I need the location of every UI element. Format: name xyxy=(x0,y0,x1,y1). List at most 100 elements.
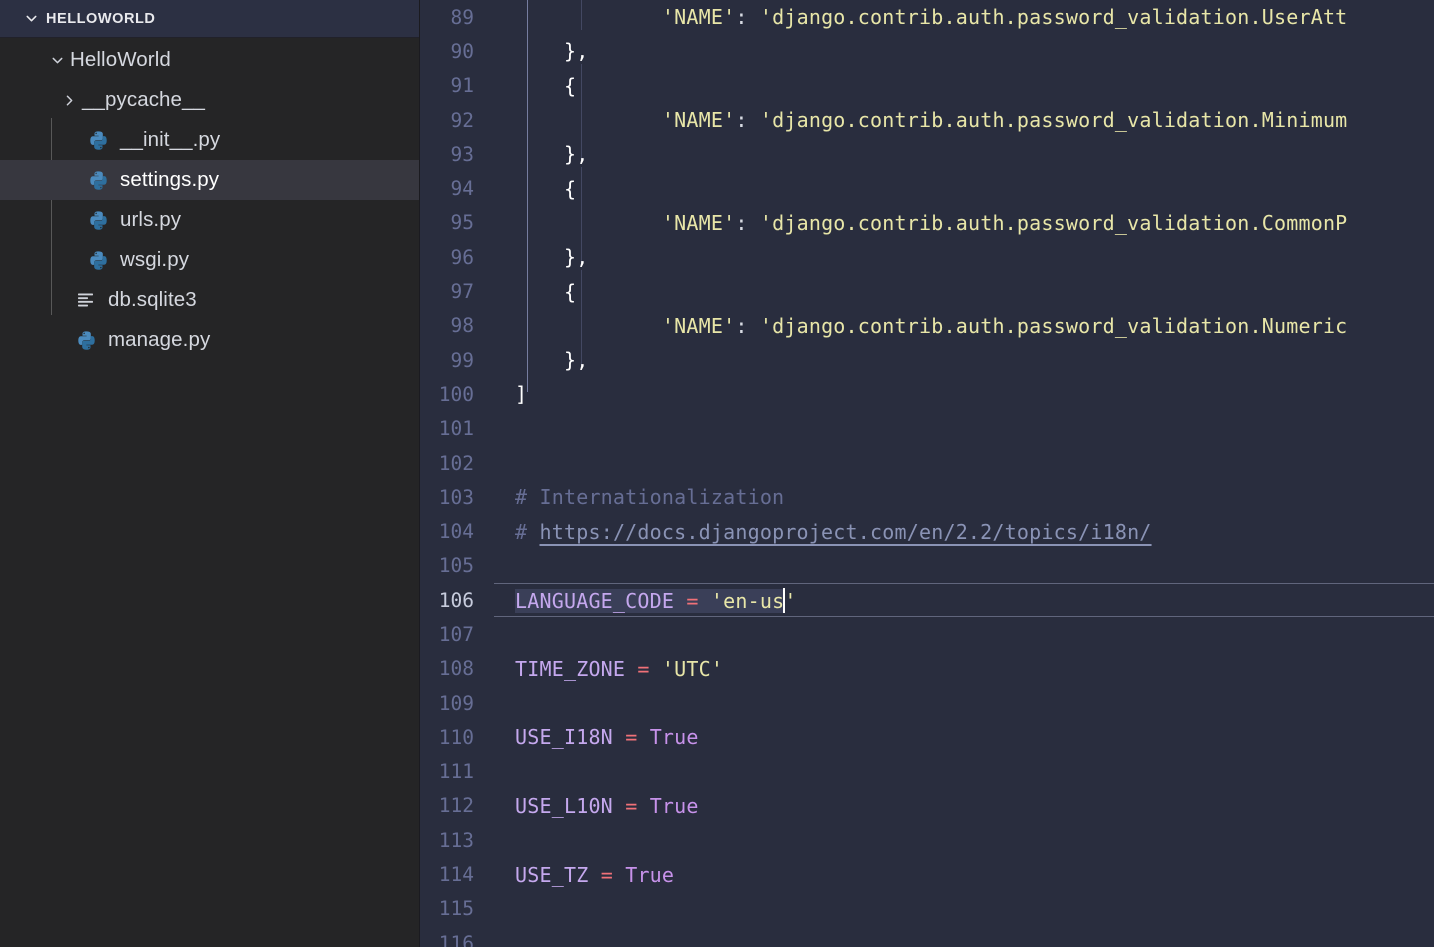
code-line[interactable]: 105 xyxy=(420,549,1434,583)
line-number: 99 xyxy=(450,348,474,372)
token-name-key: 'NAME' xyxy=(661,313,736,338)
line-number: 93 xyxy=(450,142,474,166)
tree-item-urls-py[interactable]: urls.py xyxy=(0,200,419,240)
token-brace-open: { xyxy=(563,176,577,201)
code-line[interactable]: 95 'NAME': 'django.contrib.auth.password… xyxy=(420,206,1434,240)
line-content[interactable]: }, xyxy=(484,348,1434,372)
tree-item-label: __init__.py xyxy=(120,127,221,151)
token-variable-use-i18n: USE_I18N xyxy=(515,725,613,750)
token-comment-url-link[interactable]: https://docs.djangoproject.com/en/2.2/to… xyxy=(540,520,1152,544)
code-line[interactable]: 92 'NAME': 'django.contrib.auth.password… xyxy=(420,103,1434,137)
line-number: 109 xyxy=(438,691,474,715)
line-content[interactable]: USE_I18N = True xyxy=(484,725,1434,749)
code-line[interactable]: 104 # https://docs.djangoproject.com/en/… xyxy=(420,514,1434,548)
tree-item-db-sqlite3[interactable]: db.sqlite3 xyxy=(0,280,419,320)
code-line[interactable]: 114 USE_TZ = True xyxy=(420,857,1434,891)
tree-item-label: HelloWorld xyxy=(70,47,171,71)
line-content[interactable]: }, xyxy=(484,245,1434,269)
line-number: 97 xyxy=(450,280,474,304)
tree-item-init-py[interactable]: __init__.py xyxy=(0,120,419,160)
tree-item-settings-py[interactable]: settings.py xyxy=(0,160,419,200)
line-content[interactable]: }, xyxy=(484,39,1434,63)
line-number: 113 xyxy=(438,828,474,852)
code-line[interactable]: 115 xyxy=(420,892,1434,926)
code-line[interactable]: 96 }, xyxy=(420,240,1434,274)
code-lines[interactable]: 89 'NAME': 'django.contrib.auth.password… xyxy=(420,0,1434,947)
line-content[interactable]: 'NAME': 'django.contrib.auth.password_va… xyxy=(484,5,1434,29)
token-comment-hash: # xyxy=(515,519,528,544)
code-line[interactable]: 94 { xyxy=(420,171,1434,205)
code-line[interactable]: 91 { xyxy=(420,69,1434,103)
token-quote-close: ' xyxy=(784,588,797,613)
line-content[interactable]: }, xyxy=(484,142,1434,166)
line-content[interactable]: TIME_ZONE = 'UTC' xyxy=(484,657,1434,681)
tree-item-label: wsgi.py xyxy=(120,247,190,271)
code-line[interactable]: 116 xyxy=(420,926,1434,947)
tree-item-helloworld[interactable]: HelloWorld xyxy=(0,40,419,80)
code-line[interactable]: 109 xyxy=(420,686,1434,720)
line-content[interactable]: { xyxy=(484,280,1434,304)
line-number: 107 xyxy=(438,622,474,646)
line-content[interactable]: 'NAME': 'django.contrib.auth.password_va… xyxy=(484,108,1434,132)
code-line[interactable]: 97 { xyxy=(420,274,1434,308)
code-line[interactable]: 108 TIME_ZONE = 'UTC' xyxy=(420,652,1434,686)
line-content[interactable]: LANGUAGE_CODE = 'en-us' xyxy=(484,587,1434,613)
python-icon xyxy=(82,250,114,271)
token-comment: # Internationalization xyxy=(515,485,785,510)
explorer-section-header[interactable]: HELLOWORLD xyxy=(0,0,419,38)
code-line[interactable]: 107 xyxy=(420,617,1434,651)
line-content[interactable]: 'NAME': 'django.contrib.auth.password_va… xyxy=(484,211,1434,235)
code-line[interactable]: 112 USE_L10N = True xyxy=(420,789,1434,823)
code-line[interactable]: 93 }, xyxy=(420,137,1434,171)
line-number: 111 xyxy=(438,760,474,784)
code-line-active[interactable]: 106 LANGUAGE_CODE = 'en-us' xyxy=(420,583,1434,618)
line-content[interactable]: 'NAME': 'django.contrib.auth.password_va… xyxy=(484,314,1434,338)
code-line[interactable]: 100 ] xyxy=(420,377,1434,411)
token-equals: = xyxy=(600,862,613,887)
code-line[interactable]: 101 xyxy=(420,412,1434,446)
token-brace-close: }, xyxy=(563,245,589,270)
chevron-down-icon[interactable] xyxy=(44,53,70,68)
line-content[interactable]: ] xyxy=(484,382,1434,406)
code-line[interactable]: 111 xyxy=(420,755,1434,789)
code-line[interactable]: 102 xyxy=(420,446,1434,480)
line-content[interactable]: { xyxy=(484,74,1434,98)
tree-item-wsgi-py[interactable]: wsgi.py xyxy=(0,240,419,280)
code-line[interactable]: 89 'NAME': 'django.contrib.auth.password… xyxy=(420,0,1434,34)
code-line[interactable]: 103 # Internationalization xyxy=(420,480,1434,514)
tree-item-pycache[interactable]: __pycache__ xyxy=(0,80,419,120)
token-boolean-true: True xyxy=(649,725,699,750)
line-number: 105 xyxy=(438,554,474,578)
line-content[interactable]: # Internationalization xyxy=(484,485,1434,509)
token-variable-time-zone: TIME_ZONE xyxy=(515,656,626,681)
line-number: 90 xyxy=(450,39,474,63)
tree-item-manage-py[interactable]: manage.py xyxy=(0,320,419,360)
line-content[interactable]: USE_L10N = True xyxy=(484,794,1434,818)
line-number: 114 xyxy=(438,863,474,887)
line-content[interactable]: USE_TZ = True xyxy=(484,863,1434,887)
tree-item-label: __pycache__ xyxy=(82,87,206,111)
tree-item-label: urls.py xyxy=(120,207,182,231)
code-line[interactable]: 98 'NAME': 'django.contrib.auth.password… xyxy=(420,309,1434,343)
line-content[interactable]: # https://docs.djangoproject.com/en/2.2/… xyxy=(484,520,1434,544)
token-boolean-true: True xyxy=(649,793,699,818)
code-line[interactable]: 99 }, xyxy=(420,343,1434,377)
token-equals: = xyxy=(625,793,638,818)
line-content[interactable]: { xyxy=(484,177,1434,201)
code-line[interactable]: 113 xyxy=(420,823,1434,857)
line-number: 100 xyxy=(438,382,474,406)
token-brace-open: { xyxy=(563,73,577,98)
token-validator-string: 'django.contrib.auth.password_validation… xyxy=(759,108,1348,133)
line-number: 116 xyxy=(438,931,474,947)
token-colon: : xyxy=(735,5,748,30)
code-line[interactable]: 110 USE_I18N = True xyxy=(420,720,1434,754)
chevron-down-icon xyxy=(22,10,40,28)
code-line[interactable]: 90 }, xyxy=(420,34,1434,68)
token-brace-open: { xyxy=(563,279,577,304)
token-variable-use-l10n: USE_L10N xyxy=(515,793,613,818)
line-number: 96 xyxy=(450,245,474,269)
code-editor[interactable]: 89 'NAME': 'django.contrib.auth.password… xyxy=(420,0,1434,947)
token-brace-close: }, xyxy=(563,348,589,373)
chevron-right-icon[interactable] xyxy=(56,93,82,108)
token-string-value-en-us: en-us xyxy=(723,588,785,613)
